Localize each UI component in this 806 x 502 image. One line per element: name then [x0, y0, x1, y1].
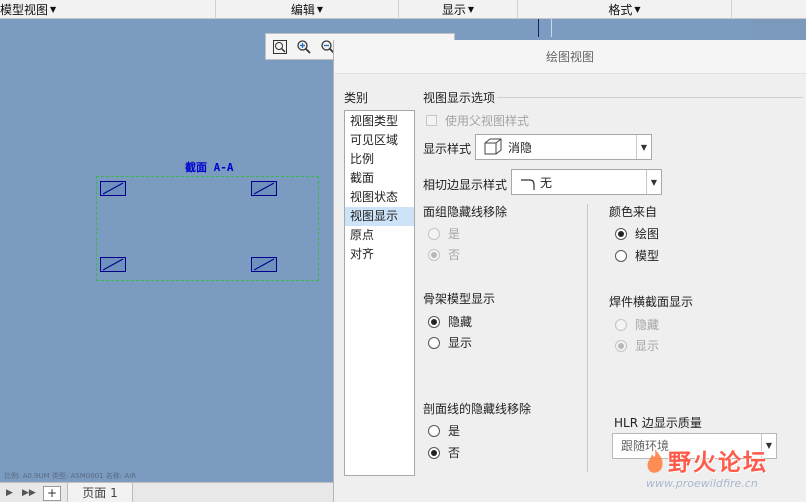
skeleton-show-label: 显示	[448, 336, 473, 350]
weld-show-row: 显示	[615, 337, 659, 354]
section-hatch	[251, 181, 277, 196]
section-view-label: 截面 A-A	[185, 161, 234, 174]
drawing-view-frame[interactable]	[96, 176, 319, 281]
tangent-style-value: 无	[540, 175, 553, 190]
weld-show-radio[interactable]	[615, 339, 627, 352]
ribbon-group-label: 格式	[608, 3, 633, 17]
add-sheet-button[interactable]: +	[43, 486, 61, 501]
watermark-url: www.proewildfire.cn	[646, 477, 758, 490]
category-item[interactable]: 视图类型	[345, 112, 414, 131]
options-header: 视图显示选项	[423, 91, 496, 105]
use-parent-style-label: 使用父视图样式	[445, 114, 530, 128]
face-hidden-yes-label: 是	[448, 227, 461, 241]
site-watermark: 野火论坛 www.proewildfire.cn	[640, 443, 806, 499]
face-hidden-no-label: 否	[448, 248, 461, 262]
ribbon-group-model-views[interactable]: 模型视图 ▼	[0, 0, 216, 19]
section-hatch	[251, 257, 277, 272]
skeleton-hide-radio[interactable]	[428, 315, 440, 328]
use-parent-style-row: 使用父视图样式	[426, 112, 529, 129]
xsec-no-row: 否	[428, 444, 460, 461]
xsec-no-label: 否	[448, 446, 461, 460]
ribbon-group-bar: 模型视图 ▼ 编辑 ▼ 显示 ▼ 格式 ▼	[0, 0, 806, 19]
use-parent-style-checkbox[interactable]	[426, 115, 437, 126]
tangent-style-dropdown[interactable]: 无 ▼	[511, 169, 662, 195]
chevron-down-icon: ▼	[316, 5, 324, 14]
display-style-dropdown[interactable]: 消隐 ▼	[475, 134, 652, 160]
xsec-no-radio[interactable]	[428, 446, 440, 459]
color-model-row: 模型	[615, 247, 659, 264]
section-hatch	[100, 181, 126, 196]
skeleton-show-radio[interactable]	[428, 336, 440, 349]
face-hidden-no-row: 否	[428, 246, 460, 263]
weld-hide-radio[interactable]	[615, 318, 627, 331]
face-hidden-title: 面组隐藏线移除	[423, 205, 508, 219]
color-from-title: 颜色来自	[609, 205, 658, 219]
zoom-in-icon[interactable]	[294, 37, 314, 57]
canvas-edge-line	[551, 19, 552, 37]
skeleton-title: 骨架模型显示	[423, 292, 496, 306]
canvas-edge-line	[538, 19, 539, 37]
column-divider	[587, 204, 588, 472]
sheet-nav-next-icon[interactable]: ▶	[6, 485, 13, 501]
dialog-title: 绘图视图	[334, 40, 806, 74]
xsec-yes-label: 是	[448, 424, 461, 438]
skeleton-hide-row: 隐藏	[428, 313, 472, 330]
ribbon-group-label: 编辑	[290, 3, 315, 17]
header-divider	[497, 97, 803, 98]
display-style-label: 显示样式	[423, 142, 472, 156]
tangent-style-label: 相切边显示样式	[423, 178, 508, 192]
face-hidden-yes-radio[interactable]	[428, 227, 440, 240]
xsec-yes-row: 是	[428, 422, 460, 439]
category-item[interactable]: 可见区域	[345, 131, 414, 150]
color-drawing-radio[interactable]	[615, 227, 627, 240]
section-hatch	[100, 257, 126, 272]
face-hidden-no-radio[interactable]	[428, 248, 440, 261]
category-item[interactable]: 截面	[345, 169, 414, 188]
category-item[interactable]: 对齐	[345, 245, 414, 264]
color-model-radio[interactable]	[615, 249, 627, 262]
refit-icon[interactable]	[270, 37, 290, 57]
xsec-hidden-title: 剖面线的隐藏线移除	[423, 402, 532, 416]
sheet-nav-last-icon[interactable]: ▶▶	[22, 485, 36, 501]
category-list[interactable]: 视图类型 可见区域 比例 截面 视图状态 视图显示 原点 对齐	[344, 110, 415, 476]
skeleton-show-row: 显示	[428, 334, 472, 351]
chevron-down-icon: ▼	[634, 5, 641, 14]
hlr-quality-title: HLR 边显示质量	[614, 416, 702, 430]
chevron-down-icon: ▼	[50, 5, 57, 14]
category-item[interactable]: 视图状态	[345, 188, 414, 207]
ribbon-group-label: 模型视图	[0, 3, 49, 17]
chevron-down-icon: ▼	[467, 5, 475, 14]
category-header: 类别	[344, 91, 369, 105]
color-drawing-row: 绘图	[615, 225, 659, 242]
drawing-status-text: 比例: A0.9UM 类型: ASM0001 名称: AIR	[4, 472, 137, 480]
category-item-selected[interactable]: 视图显示	[345, 207, 414, 226]
ribbon-group-format[interactable]: 格式 ▼	[518, 0, 732, 19]
color-model-label: 模型	[635, 249, 660, 263]
category-item[interactable]: 比例	[345, 150, 414, 169]
watermark-title: 野火论坛	[668, 450, 768, 476]
hidden-line-cube-icon	[482, 137, 504, 157]
category-item[interactable]: 原点	[345, 226, 414, 245]
chevron-down-icon: ▼	[636, 135, 651, 159]
ribbon-group-edit[interactable]: 编辑 ▼	[216, 0, 399, 19]
display-style-value: 消隐	[508, 140, 533, 155]
weld-hide-row: 隐藏	[615, 316, 659, 333]
chevron-down-icon: ▼	[646, 170, 661, 194]
tangent-edge-icon	[518, 172, 540, 192]
face-hidden-yes-row: 是	[428, 225, 460, 242]
tab-sheet-1[interactable]: 页面 1	[67, 483, 133, 502]
weld-hide-label: 隐藏	[635, 318, 660, 332]
flame-logo-icon	[647, 449, 663, 473]
skeleton-hide-label: 隐藏	[448, 315, 473, 329]
weld-show-label: 显示	[635, 339, 660, 353]
ribbon-group-display[interactable]: 显示 ▼	[399, 0, 518, 19]
weld-xsec-title: 焊件横截面显示	[609, 295, 694, 309]
color-drawing-label: 绘图	[635, 227, 660, 241]
ribbon-group-label: 显示	[441, 3, 466, 17]
xsec-yes-radio[interactable]	[428, 424, 440, 437]
